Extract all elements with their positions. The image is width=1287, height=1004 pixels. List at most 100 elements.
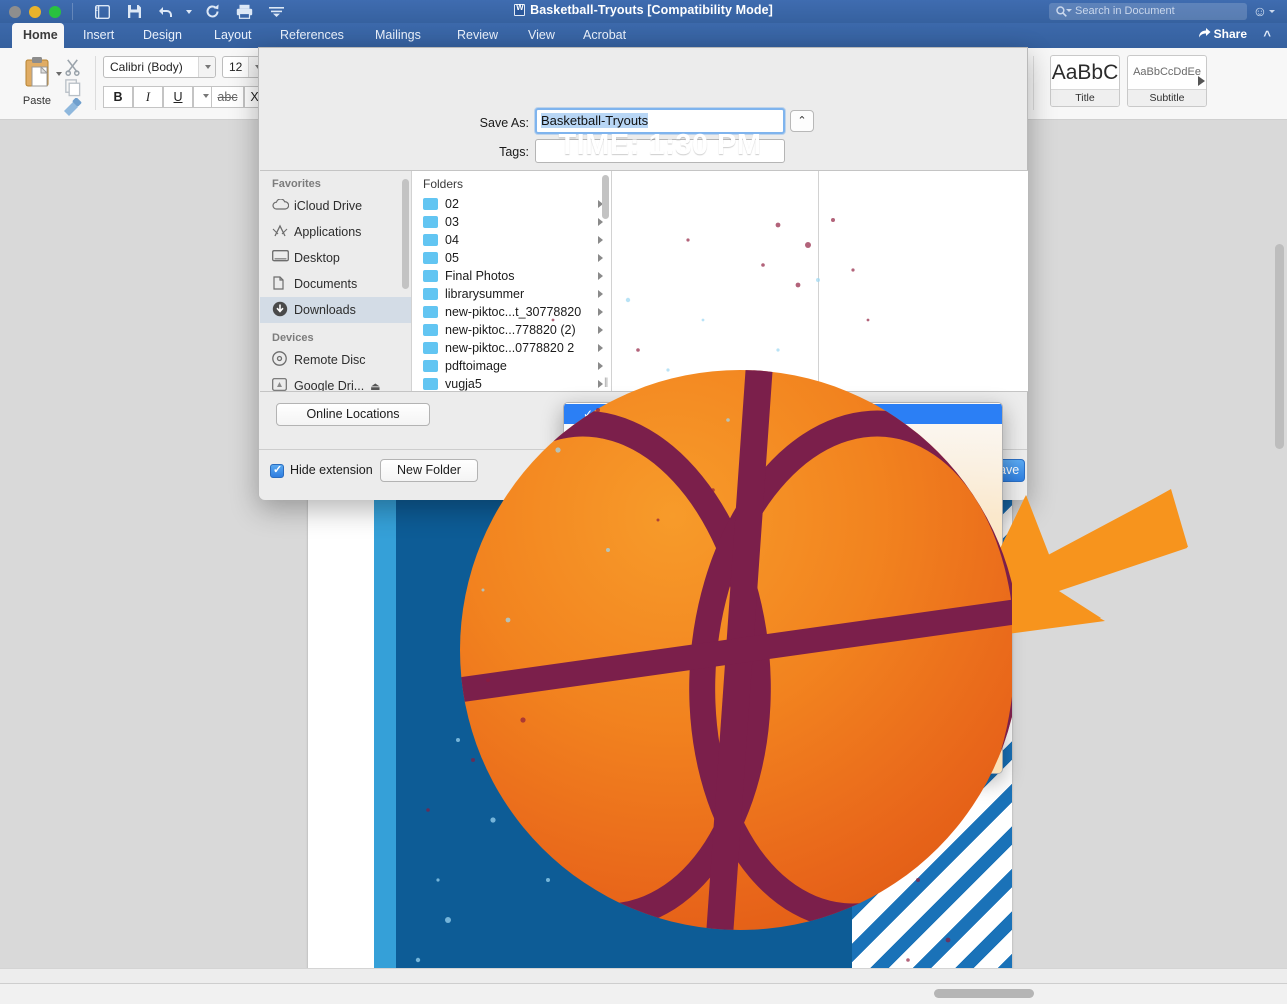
folder-row[interactable]: 03 — [412, 213, 611, 231]
sidebar-item-downloads[interactable]: Downloads — [260, 297, 411, 323]
sidebar-item-documents[interactable]: Documents — [260, 271, 411, 297]
font-family-dropdown[interactable] — [198, 57, 215, 77]
preview-column-2[interactable] — [819, 171, 1028, 391]
sidebar-label-remote-disc: Remote Disc — [294, 353, 366, 367]
tab-home[interactable]: Home — [12, 23, 64, 48]
sidebar-item-remote-disc[interactable]: Remote Disc — [260, 347, 411, 373]
chevron-right-icon — [598, 218, 603, 226]
tab-acrobat[interactable]: Acrobat — [572, 23, 637, 48]
font-family-combo[interactable]: Calibri (Body) — [103, 56, 216, 78]
downloads-icon — [272, 301, 294, 320]
ribbon-group-clipboard: Paste — [0, 48, 96, 119]
folder-row[interactable]: 02 — [412, 195, 611, 213]
paste-dropdown-caret[interactable] — [56, 72, 62, 76]
paste-button[interactable]: Paste — [14, 56, 60, 107]
strikethrough-button[interactable]: abc — [211, 86, 244, 108]
folder-row[interactable]: 04 — [412, 231, 611, 249]
style-subtitle[interactable]: AaBbCcDdEe Subtitle — [1127, 55, 1207, 107]
ribbon-group-font: Calibri (Body) 12 B I U abc X₂ — [96, 48, 266, 119]
share-icon — [1198, 27, 1211, 39]
desktop-icon — [272, 250, 294, 266]
disc-icon — [272, 351, 294, 369]
folder-label: librarysummer — [445, 287, 524, 301]
tab-view[interactable]: View — [517, 23, 566, 48]
sidebar-label-applications: Applications — [294, 225, 361, 239]
folder-label: new-piktoc...778820 (2) — [445, 323, 576, 337]
ribbon-group-styles: AaBbC Title AaBbCcDdEe Subtitle ¶ Styles… — [1020, 48, 1287, 119]
sidebar-item-google-drive[interactable]: Google Dri... ⏏ — [260, 373, 411, 391]
sidebar-item-icloud-drive[interactable]: iCloud Drive — [260, 193, 411, 219]
chevron-right-icon — [598, 272, 603, 280]
folder-row[interactable]: librarysummer — [412, 285, 611, 303]
folder-row[interactable]: 05 — [412, 249, 611, 267]
folder-row[interactable]: new-piktoc...0778820 2 — [412, 339, 611, 357]
sidebar-item-applications[interactable]: Applications — [260, 219, 411, 245]
new-folder-button[interactable]: New Folder — [380, 459, 478, 482]
sidebar-label-google-drive: Google Dri... — [294, 379, 364, 391]
style-title-sample: AaBbC — [1051, 56, 1119, 89]
underline-button[interactable]: U — [163, 86, 193, 108]
folder-row[interactable]: vugja5 — [412, 375, 611, 391]
cloud-icon — [272, 199, 294, 213]
chevron-right-icon — [598, 254, 603, 262]
folder-icon — [423, 234, 438, 246]
applications-icon — [272, 224, 294, 241]
tab-mailings[interactable]: Mailings — [364, 23, 432, 48]
chevron-right-icon — [598, 362, 603, 370]
save-as-label: Save As: — [409, 116, 529, 130]
folder-icon — [423, 360, 438, 372]
finder-sidebar: Favorites iCloud Drive Applications — [260, 171, 412, 391]
sidebar-item-desktop[interactable]: Desktop — [260, 245, 411, 271]
feedback-smiley-button[interactable]: ☺ — [1253, 3, 1275, 19]
paste-icon — [22, 56, 52, 88]
folder-row[interactable]: Final Photos — [412, 267, 611, 285]
sidebar-scrollbar[interactable] — [402, 179, 409, 289]
sidebar-label-downloads: Downloads — [294, 303, 356, 317]
folders-column: Folders 02 03 04 05 Final Photos library… — [412, 171, 612, 391]
share-button[interactable]: Share — [1198, 27, 1247, 41]
tab-references[interactable]: References — [269, 23, 355, 48]
style-title-name: Title — [1051, 89, 1119, 107]
italic-button[interactable]: I — [133, 86, 163, 108]
document-vertical-scrollbar[interactable] — [1275, 244, 1284, 984]
font-family-value: Calibri (Body) — [110, 60, 183, 74]
bold-button[interactable]: B — [103, 86, 133, 108]
folder-icon — [423, 378, 438, 390]
style-subtitle-sample: AaBbCcDdEe — [1128, 56, 1206, 89]
folder-row[interactable]: pdftoimage — [412, 357, 611, 375]
column-resize-grip[interactable]: || — [604, 377, 607, 388]
font-size-value: 12 — [229, 60, 242, 74]
hide-extension-checkbox[interactable] — [270, 464, 284, 478]
folders-scrollbar[interactable] — [602, 175, 609, 219]
chevron-right-icon — [598, 308, 603, 316]
scissors-icon[interactable] — [63, 57, 82, 76]
folder-label: Final Photos — [445, 269, 514, 283]
tab-insert[interactable]: Insert — [72, 23, 125, 48]
folder-row[interactable]: new-piktoc...778820 (2) — [412, 321, 611, 339]
search-placeholder-text: Search in Document — [1075, 5, 1175, 17]
folder-label: 04 — [445, 233, 459, 247]
search-in-document-field[interactable]: Search in Document — [1049, 3, 1247, 20]
chevron-right-icon — [598, 344, 603, 352]
styles-gallery-more-icon[interactable] — [1198, 76, 1205, 86]
online-locations-button[interactable]: Online Locations — [276, 403, 430, 426]
search-scope-caret[interactable] — [1066, 9, 1072, 12]
tab-layout[interactable]: Layout — [203, 23, 263, 48]
drive-icon — [272, 378, 294, 391]
tab-design[interactable]: Design — [132, 23, 193, 48]
folder-label: 03 — [445, 215, 459, 229]
hide-extension-label: Hide extension — [290, 463, 373, 477]
chevron-right-icon — [598, 326, 603, 334]
tab-review[interactable]: Review — [446, 23, 509, 48]
style-title[interactable]: AaBbC Title — [1050, 55, 1120, 107]
folder-icon — [423, 270, 438, 282]
folder-icon — [423, 216, 438, 228]
paste-label: Paste — [14, 95, 60, 107]
preview-column-1[interactable]: || — [612, 171, 819, 391]
collapse-ribbon-icon[interactable]: ^ — [1263, 28, 1271, 43]
eject-icon[interactable]: ⏏ — [370, 380, 380, 392]
paintbrush-icon[interactable] — [61, 98, 83, 116]
document-horizontal-scrollbar[interactable] — [0, 983, 1287, 1004]
copy-icon[interactable] — [63, 78, 82, 97]
folder-row[interactable]: new-piktoc...t_30778820 — [412, 303, 611, 321]
